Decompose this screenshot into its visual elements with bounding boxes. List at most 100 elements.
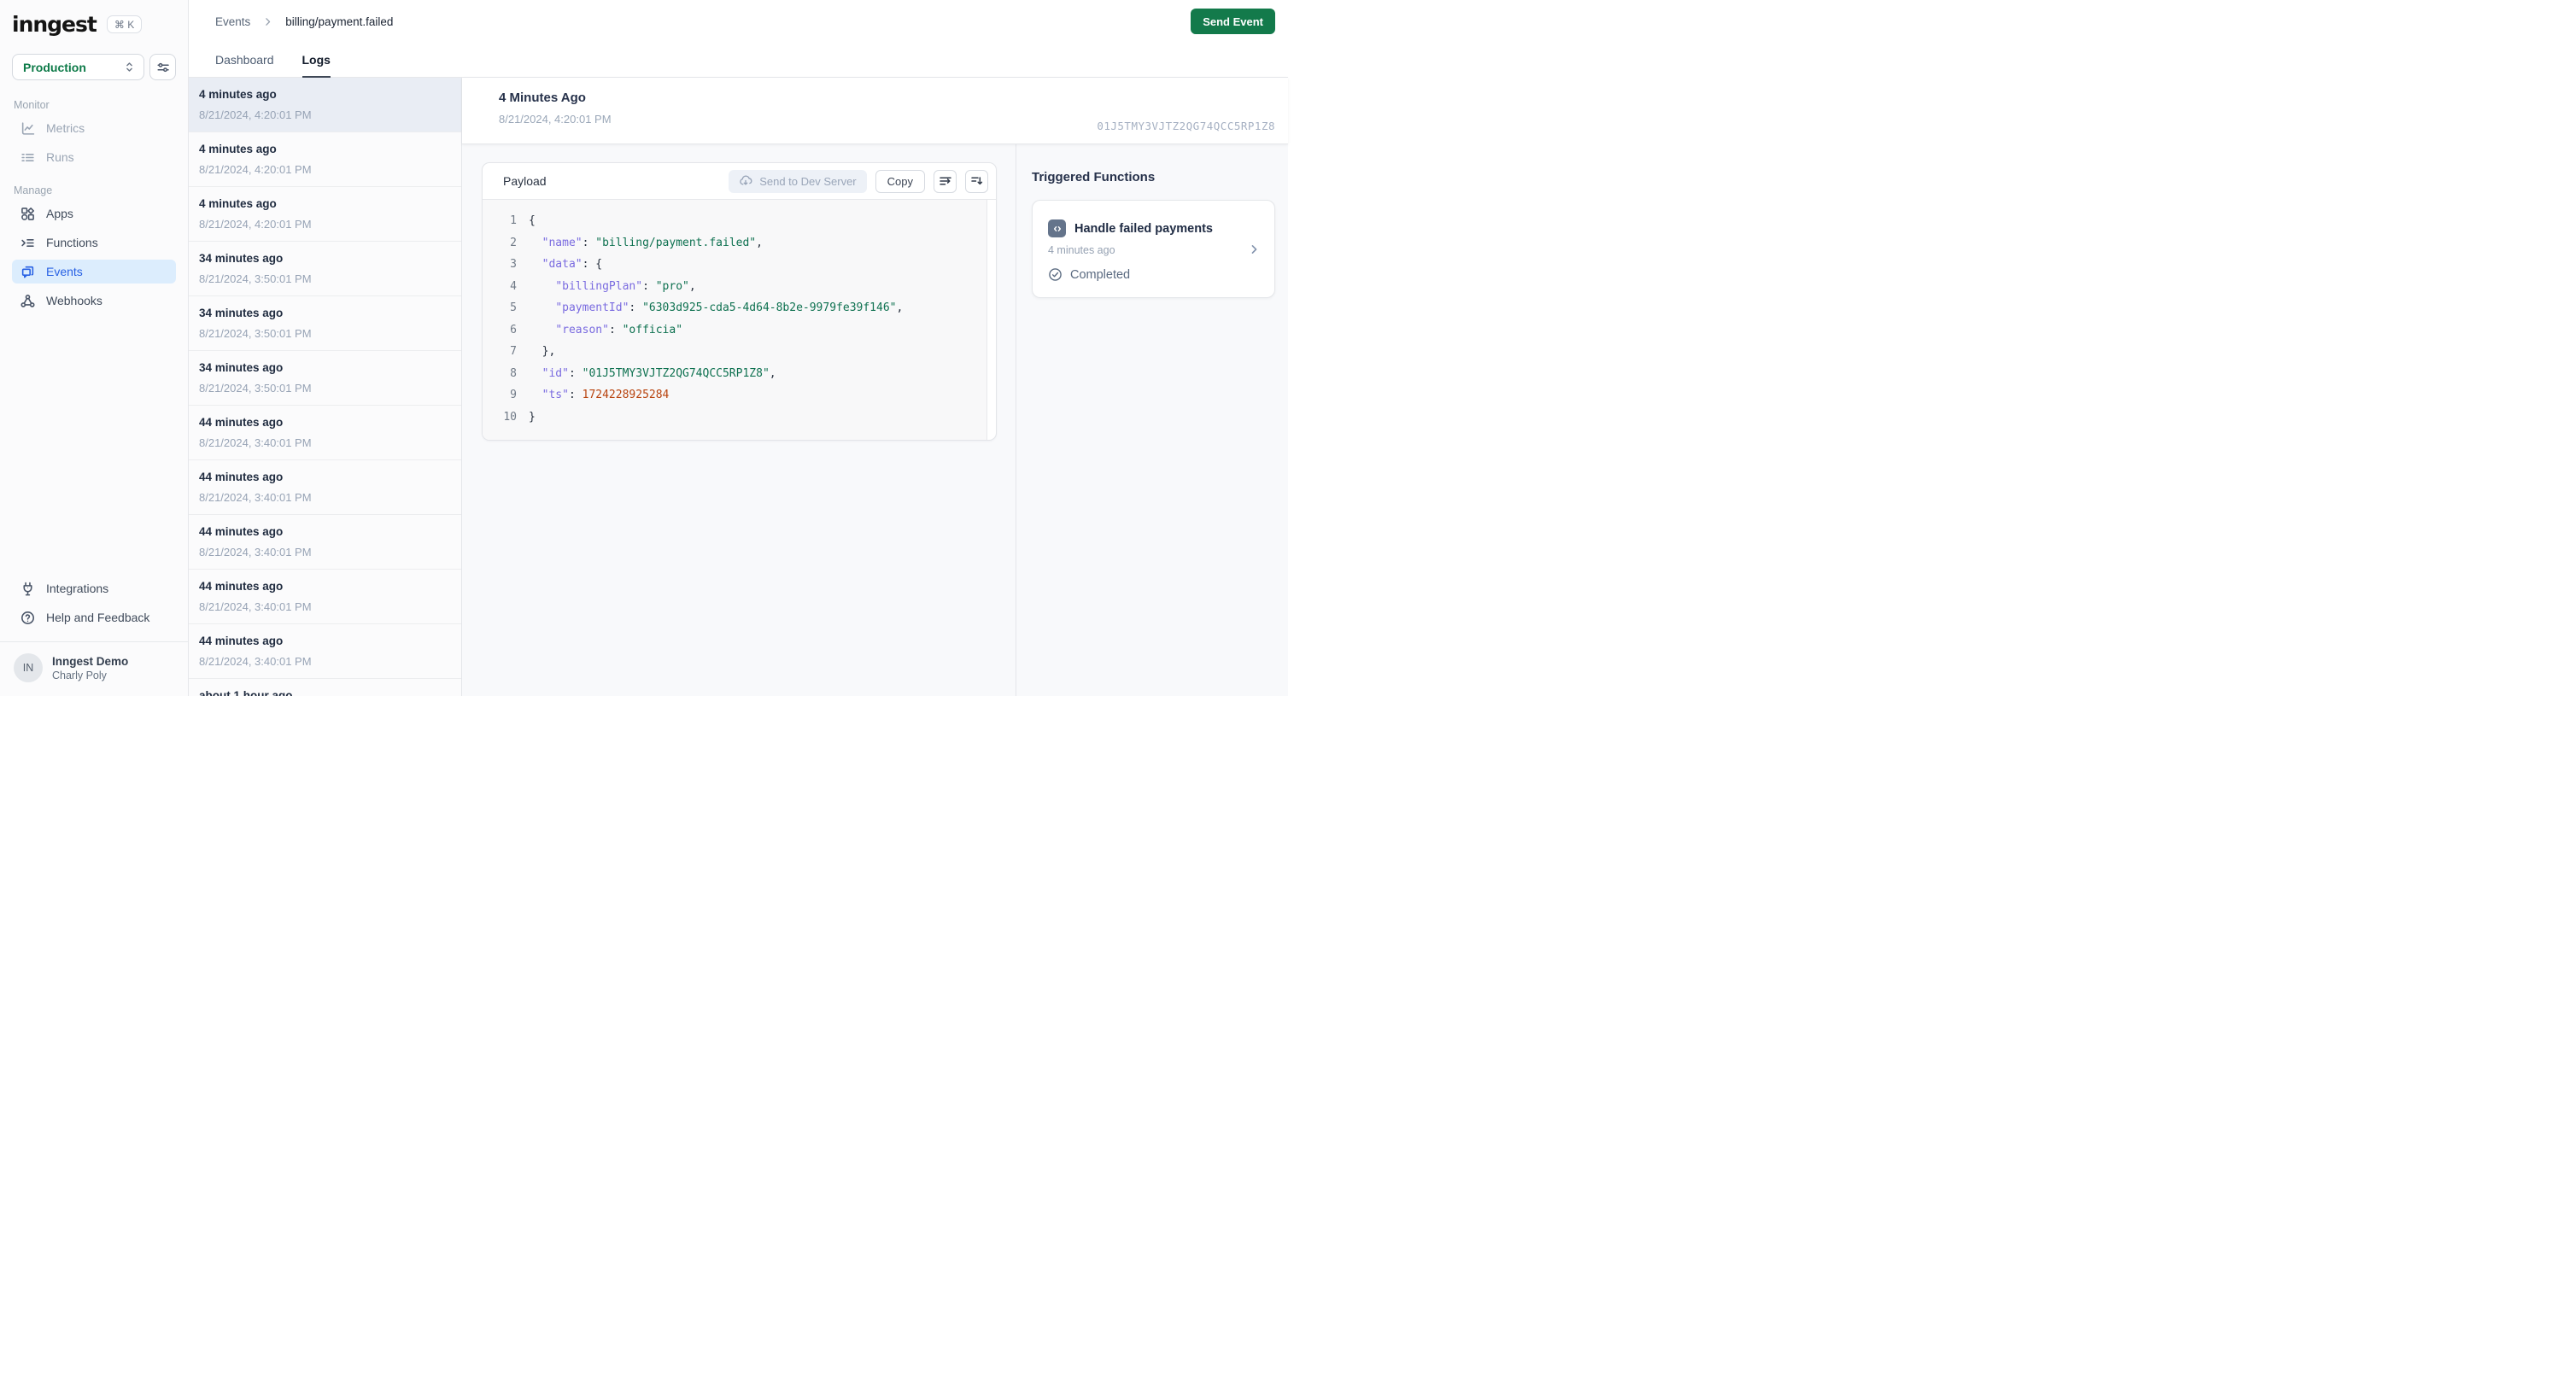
code-line-content: "data": { (542, 258, 603, 271)
triggered-function-card[interactable]: Handle failed payments 4 minutes ago Com… (1032, 200, 1275, 298)
sidebar-item-functions[interactable]: Functions (12, 231, 176, 254)
event-detail-title: 4 Minutes Ago (499, 91, 586, 105)
line-number: 5 (510, 301, 517, 314)
event-relative-time: 44 minutes ago (199, 635, 284, 647)
integrations-icon (20, 582, 35, 596)
check-circle-icon (1048, 267, 1063, 282)
event-relative-time: 34 minutes ago (199, 252, 284, 265)
code-line-content: "reason": "officia" (555, 323, 683, 336)
avatar: IN (14, 653, 43, 682)
main-area: Events billing/payment.failed Send Event… (189, 0, 1288, 696)
sidebar-item-label: Metrics (46, 121, 85, 135)
line-number: 6 (510, 323, 517, 336)
event-relative-time: 44 minutes ago (199, 525, 284, 538)
send-to-dev-server-label: Send to Dev Server (759, 174, 857, 188)
copy-button[interactable]: Copy (875, 169, 925, 193)
functions-icon (20, 236, 35, 250)
sidebar-footer-nav: Integrations Help and Feedback (12, 576, 176, 629)
event-detail-header: 4 Minutes Ago 8/21/2024, 4:20:01 PM 01J5… (462, 78, 1288, 144)
event-timestamp: 8/21/2024, 4:20:01 PM (199, 108, 312, 121)
command-k-shortcut[interactable]: ⌘ K (106, 15, 143, 33)
event-list-item[interactable]: 44 minutes ago 8/21/2024, 3:40:01 PM (189, 570, 461, 624)
event-timestamp: 8/21/2024, 3:50:01 PM (199, 382, 312, 395)
help-icon (20, 611, 35, 625)
line-number: 8 (510, 366, 517, 380)
line-number: 1 (510, 214, 517, 227)
event-list-item[interactable]: 34 minutes ago 8/21/2024, 3:50:01 PM (189, 351, 461, 406)
sidebar-item-label: Apps (46, 207, 73, 220)
triggered-functions-heading: Triggered Functions (1032, 170, 1156, 184)
event-list-item[interactable]: about 1 hour ago (189, 679, 461, 696)
sidebar-item-label: Functions (46, 236, 98, 249)
event-list-item[interactable]: 4 minutes ago 8/21/2024, 4:20:01 PM (189, 187, 461, 242)
sidebar-item-runs[interactable]: Runs (12, 145, 176, 169)
event-list: 4 minutes ago 8/21/2024, 4:20:01 PM 4 minu… (189, 78, 462, 696)
function-code-icon (1048, 219, 1066, 237)
event-timestamp: 8/21/2024, 3:50:01 PM (199, 327, 312, 340)
event-id: 01J5TMY3VJTZ2QG74QCC5RP1Z8 (1097, 120, 1275, 132)
expand-lines-button[interactable] (965, 169, 988, 193)
event-timestamp: 8/21/2024, 3:40:01 PM (199, 491, 312, 504)
line-number: 9 (510, 389, 517, 401)
lines-arrow-down-icon (970, 174, 984, 188)
breadcrumb: Events billing/payment.failed (215, 15, 393, 28)
event-list-item[interactable]: 44 minutes ago 8/21/2024, 3:40:01 PM (189, 406, 461, 460)
event-list-item[interactable]: 34 minutes ago 8/21/2024, 3:50:01 PM (189, 296, 461, 351)
send-event-button[interactable]: Send Event (1191, 9, 1275, 34)
event-relative-time: 4 minutes ago (199, 197, 277, 210)
line-number: 7 (510, 345, 517, 358)
user-detail: Charly Poly (52, 669, 107, 681)
environment-settings-button[interactable] (149, 54, 176, 80)
apps-icon (20, 207, 35, 221)
nav-section-label: Monitor (14, 99, 50, 111)
event-list-item[interactable]: 4 minutes ago 8/21/2024, 4:20:01 PM (189, 78, 461, 132)
line-number: 4 (510, 279, 517, 293)
environment-value: Production (23, 60, 86, 74)
user-menu[interactable]: IN Inngest Demo Charly Poly (12, 642, 176, 696)
word-wrap-button[interactable] (934, 169, 957, 193)
inngest-logo: inngest (12, 11, 97, 37)
code-line: 1{ (483, 210, 986, 232)
function-name: Handle failed payments (1074, 221, 1213, 236)
event-timestamp: 8/21/2024, 3:40:01 PM (199, 655, 312, 668)
event-list-item[interactable]: 44 minutes ago 8/21/2024, 3:40:01 PM (189, 515, 461, 570)
payload-code[interactable]: 1{2 "name": "billing/payment.failed", 3 "… (483, 200, 987, 440)
sidebar-item-apps[interactable]: Apps (12, 202, 176, 225)
sidebar-item-label: Integrations (46, 582, 109, 595)
event-relative-time: 44 minutes ago (199, 580, 284, 593)
breadcrumb-current: billing/payment.failed (285, 15, 394, 28)
sidebar-item-help-and-feedback[interactable]: Help and Feedback (12, 605, 176, 629)
event-timestamp: 8/21/2024, 3:50:01 PM (199, 272, 312, 285)
code-line: 5 "paymentId": "6303d925-cda5-4d64-8b2e-… (483, 297, 986, 319)
event-timestamp: 8/21/2024, 3:40:01 PM (199, 436, 312, 449)
runs-icon (20, 150, 35, 165)
breadcrumb-events-link[interactable]: Events (215, 15, 250, 28)
event-relative-time: 4 minutes ago (199, 88, 277, 101)
event-list-item[interactable]: 4 minutes ago 8/21/2024, 4:20:01 PM (189, 132, 461, 187)
tab-dashboard[interactable]: Dashboard (215, 43, 274, 77)
event-timestamp: 8/21/2024, 4:20:01 PM (199, 163, 312, 176)
sidebar-item-label: Webhooks (46, 294, 102, 307)
sidebar-item-events[interactable]: Events (12, 260, 176, 284)
event-relative-time: 44 minutes ago (199, 416, 284, 429)
code-line-content: "name": "billing/payment.failed", (542, 236, 763, 249)
sidebar-item-integrations[interactable]: Integrations (12, 576, 176, 600)
event-list-item[interactable]: 44 minutes ago 8/21/2024, 3:40:01 PM (189, 460, 461, 515)
code-line-content: "billingPlan": "pro", (555, 279, 696, 293)
chevron-right-icon (262, 16, 273, 27)
event-list-item[interactable]: 44 minutes ago 8/21/2024, 3:40:01 PM (189, 624, 461, 679)
code-line: 7 }, (483, 341, 986, 363)
code-line: 10} (483, 406, 986, 429)
code-line-content: { (529, 214, 536, 227)
sidebar-item-metrics[interactable]: Metrics (12, 116, 176, 140)
metrics-icon (20, 121, 35, 136)
code-line: 3 "data": { (483, 254, 986, 276)
function-run-time: 4 minutes ago (1048, 244, 1115, 256)
send-to-dev-server-button[interactable]: Send to Dev Server (729, 169, 867, 193)
sidebar-item-label: Events (46, 265, 83, 278)
code-line-content: "paymentId": "6303d925-cda5-4d64-8b2e-99… (555, 301, 904, 314)
sidebar-item-webhooks[interactable]: Webhooks (12, 289, 176, 313)
event-list-item[interactable]: 34 minutes ago 8/21/2024, 3:50:01 PM (189, 242, 461, 296)
environment-select[interactable]: Production (12, 54, 144, 80)
tab-logs[interactable]: Logs (302, 43, 331, 78)
